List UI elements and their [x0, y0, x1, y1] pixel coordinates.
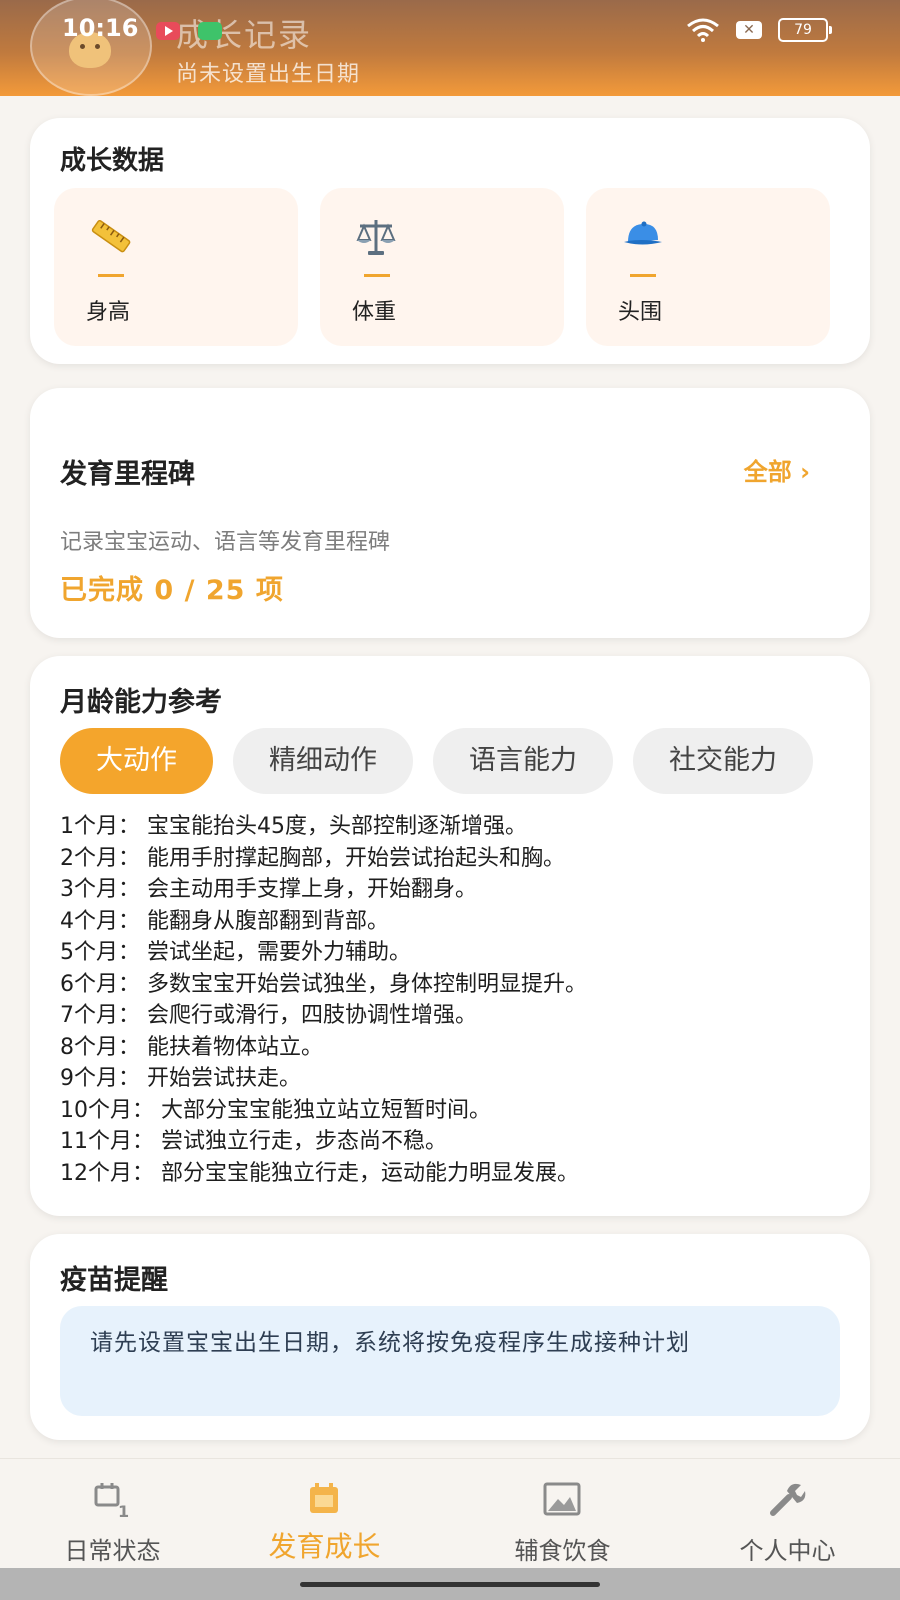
ability-reference-card: 月龄能力参考 大动作 精细动作 语言能力 社交能力 1个月： 宝宝能抬头45度，…	[30, 656, 870, 1216]
head-circumference-value	[630, 274, 656, 277]
ability-reference-title: 月龄能力参考	[60, 687, 222, 718]
birth-date-status[interactable]: 尚未设置出生日期	[176, 56, 360, 88]
list-item: 7个月： 会爬行或滑行，四肢协调性增强。	[60, 1003, 477, 1028]
nav-item-food[interactable]: 辅食饮食	[450, 1459, 675, 1569]
nav-label-growth: 发育成长	[268, 1530, 381, 1563]
height-tile[interactable]: 身高	[54, 188, 298, 346]
cap-icon	[620, 214, 664, 258]
system-gesture-bar	[0, 1568, 900, 1600]
status-time: 10:16	[62, 14, 139, 42]
calendar-icon: 1	[92, 1479, 132, 1521]
page-title: 成长记录	[176, 16, 313, 54]
nav-item-growth[interactable]: 发育成长	[212, 1459, 437, 1569]
vaccine-notice[interactable]: 请先设置宝宝出生日期，系统将按免疫程序生成接种计划	[60, 1306, 840, 1416]
growth-data-title: 成长数据	[60, 146, 165, 176]
list-item: 1个月： 宝宝能抬头45度，头部控制逐渐增强。	[60, 814, 527, 839]
list-item: 5个月： 尝试坐起，需要外力辅助。	[60, 940, 411, 965]
weight-value	[364, 274, 390, 277]
head-circumference-tile[interactable]: 头围	[586, 188, 830, 346]
nav-label-food: 辅食饮食	[514, 1537, 611, 1565]
list-item: 12个月： 部分宝宝能独立行走，运动能力明显发展。	[60, 1160, 579, 1186]
nav-label-daily-status: 日常状态	[64, 1537, 161, 1565]
tab-fine-motor[interactable]: 精细动作	[233, 728, 413, 794]
tab-gross-motor[interactable]: 大动作	[60, 728, 213, 794]
notification-x-icon: ✕	[736, 21, 762, 39]
weight-tile[interactable]: 体重	[320, 188, 564, 346]
list-item: 10个月： 大部分宝宝能独立站立短暂时间。	[60, 1097, 491, 1123]
weight-label: 体重	[352, 300, 397, 325]
vaccine-notice-text: 请先设置宝宝出生日期，系统将按免疫程序生成接种计划	[90, 1330, 690, 1356]
tab-language[interactable]: 语言能力	[433, 728, 613, 794]
nav-item-profile[interactable]: 个人中心	[675, 1459, 900, 1569]
vaccine-reminder-title: 疫苗提醒	[60, 1265, 168, 1296]
head-circumference-label: 头围	[618, 300, 663, 325]
video-app-icon	[156, 22, 180, 40]
list-item: 3个月： 会主动用手支撑上身，开始翻身。	[60, 877, 477, 902]
home-indicator[interactable]	[300, 1582, 600, 1587]
header: 成长记录 尚未设置出生日期 10:16 ✕ 79	[0, 0, 900, 96]
ability-tabs[interactable]: 大动作 精细动作 语言能力 社交能力	[60, 728, 842, 798]
list-item: 4个月： 能翻身从腹部翻到背部。	[60, 908, 389, 934]
growth-data-card: 成长数据 身高 体重 头围	[30, 118, 870, 364]
image-icon	[542, 1479, 582, 1519]
ability-list: 1个月： 宝宝能抬头45度，头部控制逐渐增强。 2个月： 能用手肘撑起胸部，开始…	[60, 811, 850, 1189]
list-item: 2个月： 能用手肘撑起胸部，开始尝试抬起头和胸。	[60, 845, 565, 871]
milestones-progress: 已完成 0 / 25 项	[60, 575, 284, 606]
wrench-icon	[767, 1479, 807, 1519]
list-item: 8个月： 能扶着物体站立。	[60, 1034, 323, 1060]
height-label: 身高	[86, 300, 131, 325]
vaccine-reminder-card: 疫苗提醒 请先设置宝宝出生日期，系统将按免疫程序生成接种计划	[30, 1234, 870, 1440]
nav-item-daily-status[interactable]: 1 日常状态	[0, 1459, 225, 1569]
nav-label-profile: 个人中心	[739, 1537, 836, 1565]
tab-social[interactable]: 社交能力	[633, 728, 813, 794]
growth-icon	[304, 1479, 344, 1519]
list-item: 6个月： 多数宝宝开始尝试独坐，身体控制明显提升。	[60, 971, 587, 997]
wifi-icon	[686, 18, 720, 42]
scale-icon	[354, 214, 398, 258]
milestones-card: 发育里程碑 全部 › 记录宝宝运动、语言等发育里程碑 已完成 0 / 25 项	[30, 388, 870, 638]
milestones-all-link[interactable]: 全部 ›	[744, 452, 810, 487]
bottom-navigation: 1 日常状态 发育成长 辅食饮食 个人中心	[0, 1458, 900, 1569]
milestones-description: 记录宝宝运动、语言等发育里程碑	[60, 530, 391, 555]
list-item: 9个月： 开始尝试扶走。	[60, 1066, 301, 1091]
list-item: 11个月： 尝试独立行走，步态尚不稳。	[60, 1129, 447, 1154]
chat-app-icon	[198, 22, 222, 40]
height-value	[98, 274, 124, 277]
milestones-title: 发育里程碑	[60, 459, 195, 490]
battery-icon: 79	[778, 18, 832, 42]
ruler-icon	[88, 214, 132, 258]
svg-text:1: 1	[118, 1502, 129, 1519]
